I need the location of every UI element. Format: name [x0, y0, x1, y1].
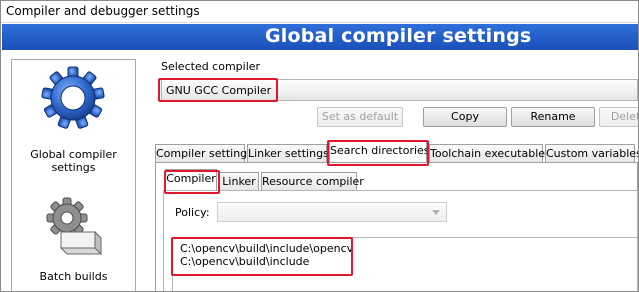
list-item[interactable]: C:\opencv\build\include [180, 255, 309, 268]
policy-label: Policy: [175, 206, 210, 219]
set-as-default-button[interactable]: Set as default [317, 107, 403, 127]
page-title: Global compiler settings [265, 25, 532, 47]
sidebar-item-batch-builds[interactable]: Batch builds [12, 190, 135, 290]
selected-compiler-dropdown[interactable]: GNU GCC Compiler [161, 79, 638, 101]
tab-linker-settings[interactable]: Linker settings [247, 144, 329, 162]
tab-toolchain-executables[interactable]: Toolchain executables [429, 144, 551, 162]
rename-button[interactable]: Rename [511, 107, 595, 127]
tab-search-directories[interactable]: Search directories [329, 141, 430, 162]
page-banner: Global compiler settings [2, 24, 638, 50]
directories-list[interactable]: C:\opencv\build\include\opencv C:\opencv… [172, 237, 638, 291]
tab-compiler-settings[interactable]: Compiler settings [155, 144, 253, 162]
selected-compiler-value: GNU GCC Compiler [166, 84, 272, 97]
sidebar-item-label: Batch builds [39, 270, 108, 283]
delete-button[interactable]: Delete [599, 107, 638, 127]
batch-builds-icon [46, 197, 102, 256]
window-title: Compiler and debugger settings [6, 4, 200, 18]
compiler-settings-window: Compiler and debugger settings Global co… [0, 0, 639, 292]
list-item[interactable]: C:\opencv\build\include\opencv [180, 242, 353, 255]
policy-dropdown[interactable] [217, 202, 447, 222]
title-bar[interactable]: Compiler and debugger settings [1, 1, 638, 23]
settings-sidebar: Global compiler settings Batch builds [11, 59, 136, 291]
sidebar-item-label: Global compiler settings [30, 148, 117, 174]
tab-custom-variables[interactable]: Custom variables [545, 144, 638, 162]
copy-button[interactable]: Copy [423, 107, 507, 127]
settings-content: Selected compiler GNU GCC Compiler Set a… [151, 51, 638, 291]
selected-compiler-label: Selected compiler [161, 60, 261, 73]
chevron-down-icon [432, 210, 440, 215]
gear-icon [41, 66, 105, 129]
sidebar-item-global-compiler-settings[interactable]: Global compiler settings [12, 60, 135, 174]
subtab-compiler[interactable]: Compiler [165, 169, 217, 190]
subtab-linker[interactable]: Linker [219, 172, 259, 190]
subtab-resource-compiler[interactable]: Resource compiler [261, 172, 364, 190]
